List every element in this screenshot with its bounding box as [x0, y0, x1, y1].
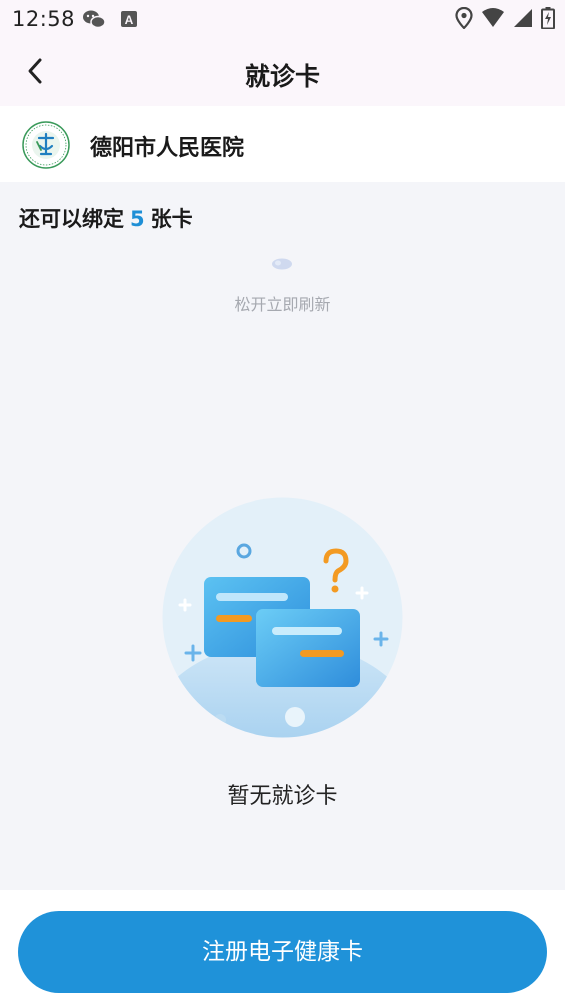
- wifi-icon: [481, 8, 505, 32]
- signal-icon: [513, 8, 533, 32]
- hospital-row[interactable]: 德阳市人民医院: [0, 106, 565, 182]
- bind-info-prefix: 还可以绑定: [19, 207, 124, 231]
- svg-text:A: A: [125, 13, 134, 27]
- battery-charging-icon: [541, 7, 555, 33]
- refresh-text: 松开立即刷新: [234, 295, 331, 314]
- bottom-bar: 注册电子健康卡: [0, 890, 565, 1004]
- app-header: 就诊卡: [0, 40, 565, 106]
- hospital-name: 德阳市人民医院: [90, 136, 245, 161]
- register-health-card-button[interactable]: 注册电子健康卡: [18, 911, 547, 993]
- bind-info-suffix: 张卡: [150, 207, 193, 231]
- hospital-logo-icon: [21, 120, 71, 170]
- location-icon: [455, 6, 473, 33]
- refresh-indicator-icon: [270, 256, 294, 275]
- bind-count: 5: [130, 207, 145, 231]
- empty-state-text: 暂无就诊卡: [227, 784, 338, 809]
- font-a-icon: A: [120, 10, 138, 32]
- bind-info: 还可以绑定 5 张卡: [19, 203, 193, 233]
- page-title: 就诊卡: [244, 62, 320, 91]
- status-bar: 12:58 A: [0, 0, 565, 40]
- wechat-icon: [82, 8, 106, 34]
- status-time: 12:58: [12, 7, 76, 31]
- empty-cards-illustration: [160, 495, 405, 740]
